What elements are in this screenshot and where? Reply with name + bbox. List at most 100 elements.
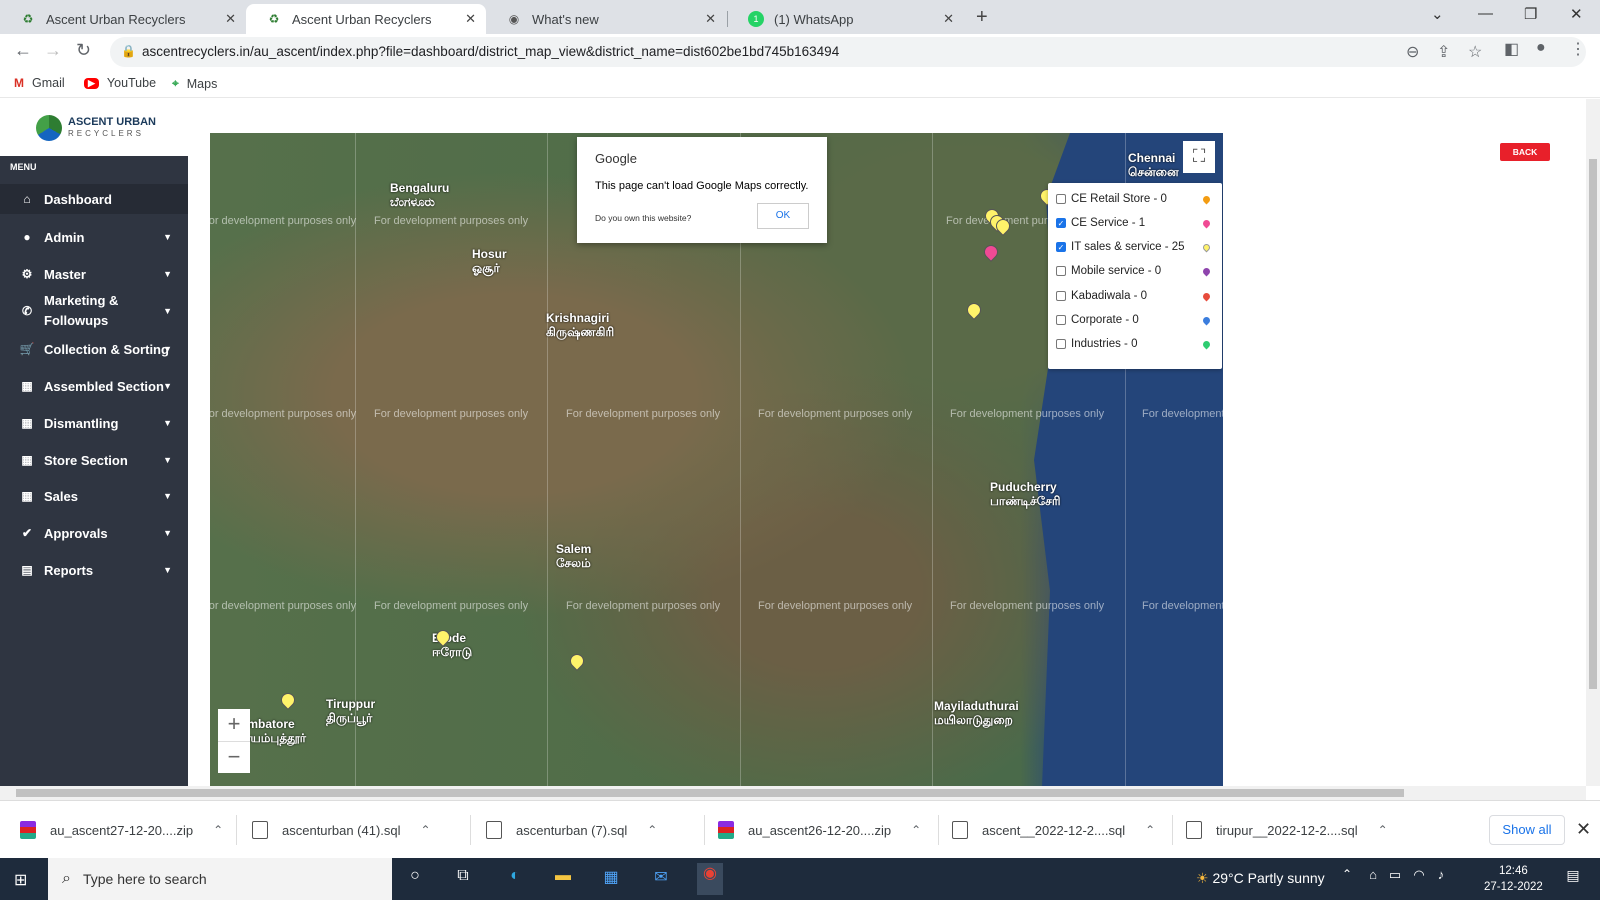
dialog-question[interactable]: Do you own this website? xyxy=(595,213,691,223)
notification-icon[interactable]: ▤ xyxy=(1560,867,1586,891)
map-marker[interactable] xyxy=(964,300,984,320)
forward-arrow-icon[interactable]: → xyxy=(44,40,62,61)
weather-widget[interactable]: ☀ 29°C Partly sunny xyxy=(1196,870,1325,887)
phone-icon: ✆ xyxy=(21,304,33,318)
legend-item[interactable]: Mobile service - 0 xyxy=(1056,265,1214,277)
cortana-icon[interactable]: ○ xyxy=(402,867,428,891)
minimize-button[interactable]: — xyxy=(1478,5,1493,22)
sidebar-item-master[interactable]: ⚙ Master ▼ xyxy=(0,259,188,289)
star-icon[interactable]: ☆ xyxy=(1468,42,1482,62)
ok-button[interactable]: OK xyxy=(757,203,809,229)
reload-icon[interactable]: ↻ xyxy=(76,40,91,61)
sidebar-item-collection[interactable]: 🛒 Collection & Sorting ▼ xyxy=(0,334,188,364)
download-item[interactable]: au_ascent27-12-20....zip ⌃ xyxy=(20,821,223,839)
taskbar-search[interactable]: ⌕ Type here to search xyxy=(48,858,392,900)
checkbox[interactable] xyxy=(1056,266,1066,276)
chevron-up-icon[interactable]: ⌃ xyxy=(1145,823,1155,837)
district-map[interactable]: For development purposes only For develo… xyxy=(210,133,1223,786)
chevron-up-icon[interactable]: ⌃ xyxy=(421,823,431,837)
sidebar-item-dashboard[interactable]: ⌂ Dashboard xyxy=(0,184,188,214)
download-item[interactable]: ascenturban (7).sql ⌃ xyxy=(486,821,657,839)
download-item[interactable]: tirupur__2022-12-2....sql ⌃ xyxy=(1186,821,1388,839)
checkbox[interactable] xyxy=(1056,315,1066,325)
download-item[interactable]: au_ascent26-12-20....zip ⌃ xyxy=(718,821,921,839)
windows-start-icon[interactable]: ⊞ xyxy=(14,870,27,890)
download-item[interactable]: ascent__2022-12-2....sql ⌃ xyxy=(952,821,1155,839)
mail-icon[interactable]: ✉ xyxy=(648,867,674,891)
task-view-icon[interactable]: ⧉ xyxy=(450,867,476,891)
map-marker[interactable] xyxy=(567,651,587,671)
close-icon[interactable]: ✕ xyxy=(1576,819,1591,840)
checkbox[interactable] xyxy=(1056,339,1066,349)
profile-icon[interactable]: ● xyxy=(1536,39,1546,57)
horizontal-scrollbar[interactable] xyxy=(0,786,1586,800)
tab-3[interactable]: ◉ What's new ✕ xyxy=(486,4,726,34)
url-text[interactable]: ascentrecyclers.in/au_ascent/index.php?f… xyxy=(142,44,839,59)
volume-icon[interactable]: ♪ xyxy=(1428,867,1454,891)
bookmark-maps[interactable]: ⌖ Maps xyxy=(172,76,217,91)
sidebar-item-sales[interactable]: ▦ Sales ▼ xyxy=(0,481,188,511)
battery-icon[interactable]: ▭ xyxy=(1382,867,1408,891)
legend-item[interactable]: ✓ IT sales & service - 25 xyxy=(1056,241,1214,253)
bookmark-gmail[interactable]: M Gmail xyxy=(14,76,65,90)
map-marker[interactable] xyxy=(278,690,298,710)
close-window-button[interactable]: ✕ xyxy=(1570,5,1583,23)
back-arrow-icon[interactable]: ← xyxy=(14,40,32,61)
show-all-button[interactable]: Show all xyxy=(1489,815,1565,845)
lock-icon[interactable]: 🔒 xyxy=(121,44,136,58)
more-menu-icon[interactable]: ⋮ xyxy=(1570,39,1586,59)
store-icon[interactable]: ▦ xyxy=(598,867,624,891)
zoom-in-button[interactable]: + xyxy=(218,709,250,741)
chevron-up-icon[interactable]: ⌃ xyxy=(1334,867,1360,891)
chevron-up-icon[interactable]: ⌃ xyxy=(647,823,657,837)
close-icon[interactable]: ✕ xyxy=(705,11,716,27)
legend-item[interactable]: CE Retail Store - 0 xyxy=(1056,193,1214,205)
sidebar-item-admin[interactable]: ● Admin ▼ xyxy=(0,222,188,252)
sidebar-item-assembled[interactable]: ▦ Assembled Section ▼ xyxy=(0,371,188,401)
restore-button[interactable]: ❐ xyxy=(1524,5,1537,23)
map-marker[interactable] xyxy=(981,242,1001,262)
legend-item[interactable]: ✓ CE Service - 1 xyxy=(1056,217,1214,229)
new-tab-button[interactable]: + xyxy=(976,6,988,29)
close-icon[interactable]: ✕ xyxy=(943,11,954,27)
zoom-out-button[interactable]: − xyxy=(218,741,250,773)
chevron-down-icon[interactable]: ⌄ xyxy=(1431,5,1444,23)
download-item[interactable]: ascenturban (41).sql ⌃ xyxy=(252,821,431,839)
checkbox[interactable]: ✓ xyxy=(1056,242,1066,252)
share-icon[interactable]: ⇪ xyxy=(1437,42,1450,62)
checkbox[interactable] xyxy=(1056,194,1066,204)
legend-item[interactable]: Corporate - 0 xyxy=(1056,314,1214,326)
bookmark-youtube[interactable]: ▶ YouTube xyxy=(84,76,156,90)
app-logo[interactable]: ASCENT URBAN RECYCLERS xyxy=(0,99,188,156)
tab-4[interactable]: 1 (1) WhatsApp ✕ xyxy=(728,4,964,34)
sidebar-item-dismantling[interactable]: ▦ Dismantling ▼ xyxy=(0,408,188,438)
checkbox[interactable]: ✓ xyxy=(1056,218,1066,228)
chevron-up-icon[interactable]: ⌃ xyxy=(1378,823,1388,837)
scrollbar-thumb[interactable] xyxy=(16,789,1404,797)
chrome-icon[interactable]: ◉ xyxy=(697,863,723,895)
sidebar-item-marketing[interactable]: ✆ Marketing & Followups ▼ xyxy=(0,289,188,333)
clock[interactable]: 12:46 27-12-2022 xyxy=(1484,863,1543,895)
tab-2[interactable]: ♻ Ascent Urban Recyclers ✕ xyxy=(246,4,486,34)
back-button[interactable]: BACK xyxy=(1500,143,1550,161)
sidebar-item-reports[interactable]: ▤ Reports ▼ xyxy=(0,555,188,585)
tab-strip: ♻ Ascent Urban Recyclers ✕ ♻ Ascent Urba… xyxy=(0,0,1600,34)
vertical-scrollbar[interactable] xyxy=(1586,99,1600,786)
file-explorer-icon[interactable]: ▬ xyxy=(550,867,576,891)
sidebar-item-approvals[interactable]: ✔ Approvals ▼ xyxy=(0,518,188,548)
address-bar[interactable]: 🔒 ascentrecyclers.in/au_ascent/index.php… xyxy=(110,37,1586,67)
checkbox[interactable] xyxy=(1056,291,1066,301)
chevron-up-icon[interactable]: ⌃ xyxy=(911,823,921,837)
close-icon[interactable]: ✕ xyxy=(225,11,236,27)
zoom-icon[interactable]: ⊖ xyxy=(1406,42,1419,62)
legend-item[interactable]: Industries - 0 xyxy=(1056,338,1214,350)
fullscreen-button[interactable]: ⛶ xyxy=(1183,141,1215,173)
side-panel-icon[interactable]: ◧ xyxy=(1504,39,1519,59)
legend-item[interactable]: Kabadiwala - 0 xyxy=(1056,290,1214,302)
tab-1[interactable]: ♻ Ascent Urban Recyclers ✕ xyxy=(0,4,246,34)
edge-icon[interactable]: ◐ xyxy=(502,867,528,891)
scrollbar-thumb[interactable] xyxy=(1589,159,1597,689)
close-icon[interactable]: ✕ xyxy=(465,11,476,27)
chevron-up-icon[interactable]: ⌃ xyxy=(213,823,223,837)
sidebar-item-store[interactable]: ▦ Store Section ▼ xyxy=(0,445,188,475)
